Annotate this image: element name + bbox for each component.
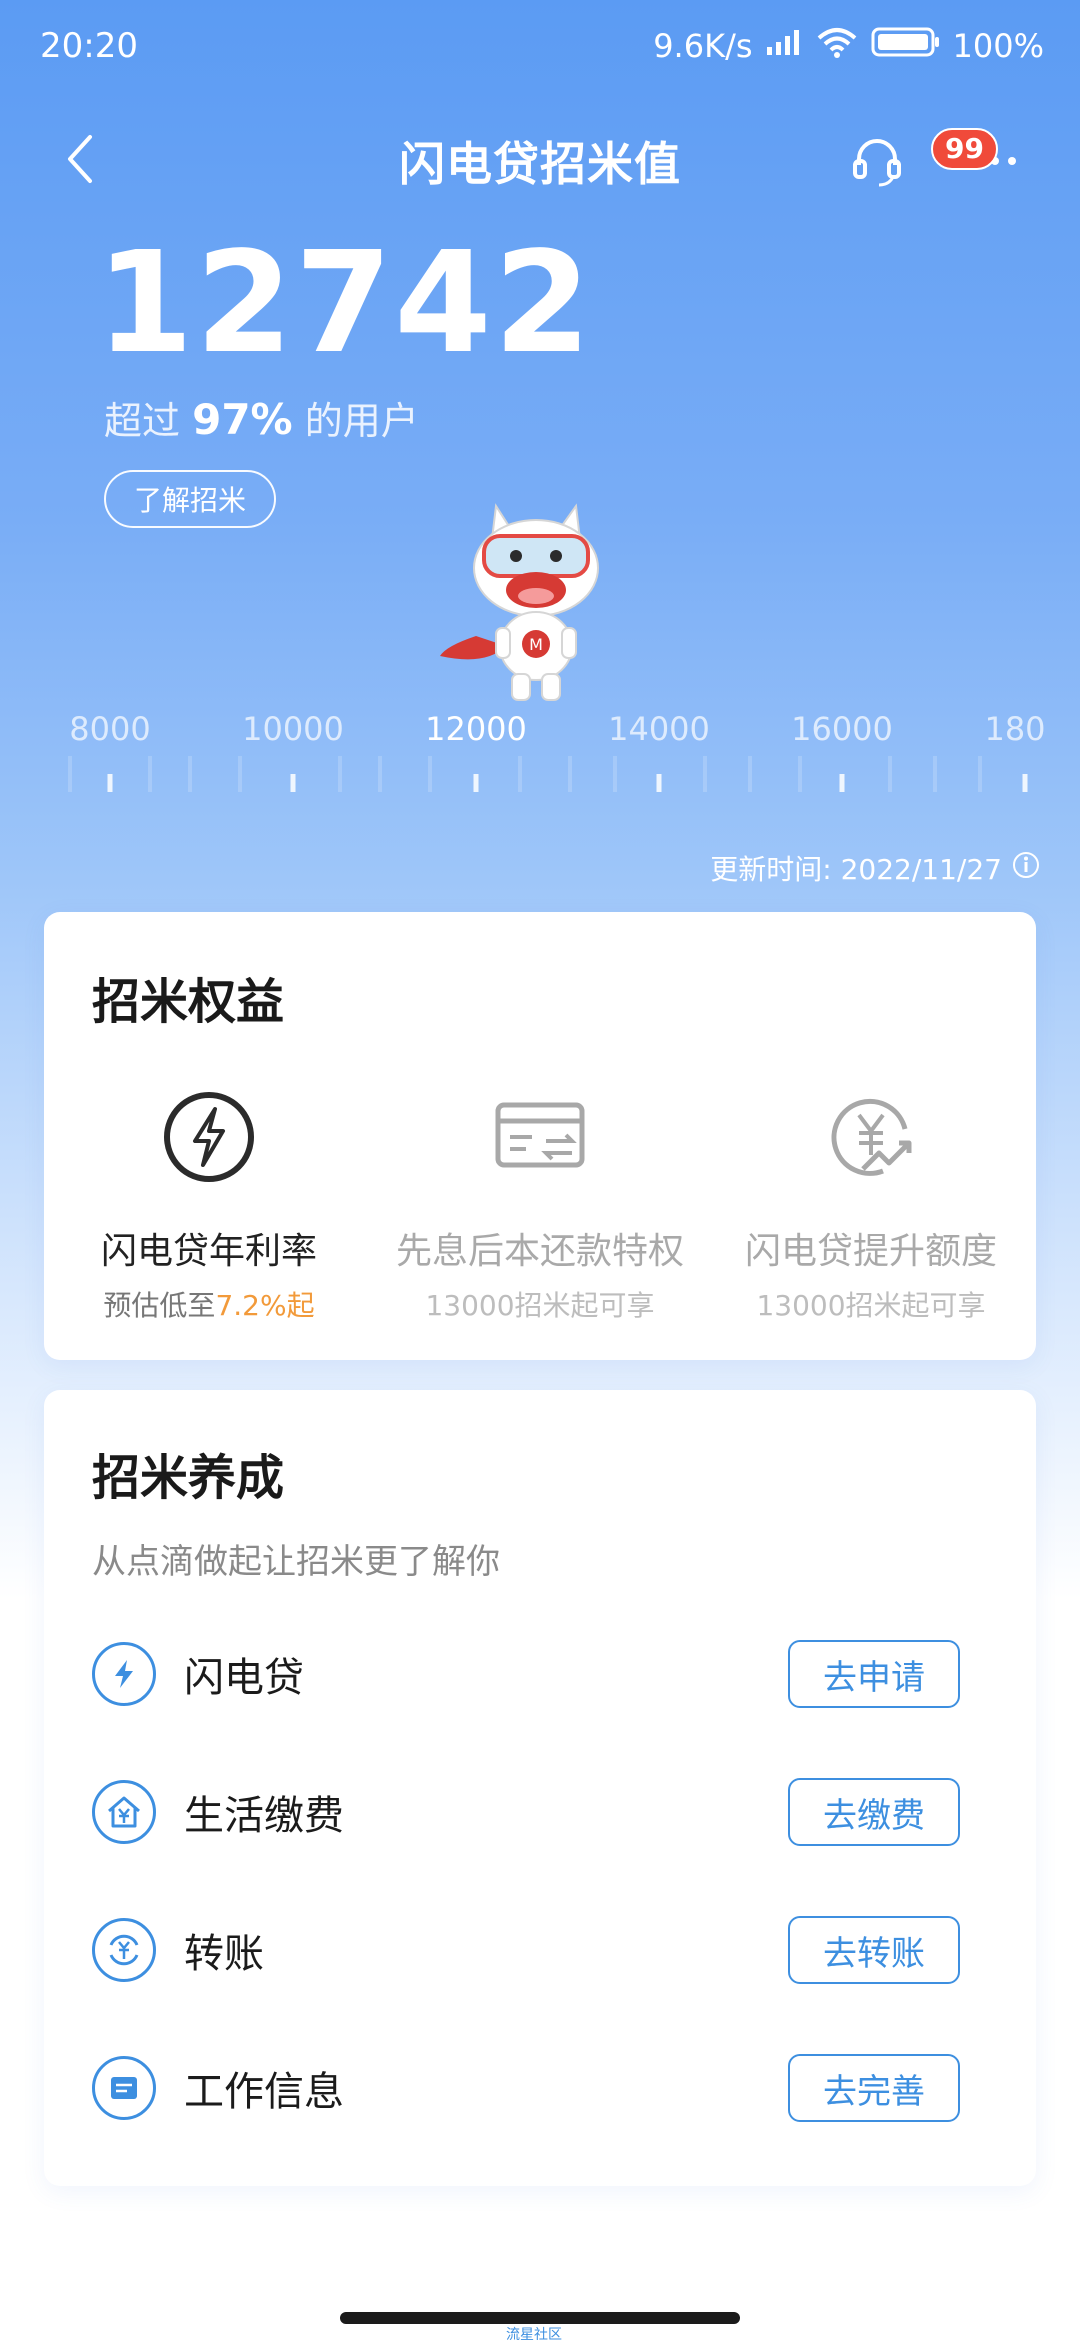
network-speed: 9.6K/s [653,27,753,65]
benefit-credit-limit[interactable]: 闪电贷提升额度 13000招米起可享 [706,1082,1036,1324]
task-row-bills: 生活缴费 去缴费 [92,1772,960,1852]
task-label: 工作信息 [184,2069,344,2115]
benefit-rate: 7.2%起 [215,1289,315,1322]
task-row-transfer: 转账 去转账 [92,1910,960,1990]
benefit-interest-rate[interactable]: 闪电贷年利率 预估低至7.2%起 [44,1082,374,1324]
scale-tick [1022,774,1028,792]
status-time: 20:20 [40,26,138,66]
scale-label-14000: 14000 [608,710,710,748]
svg-text:M: M [529,635,543,654]
scale-minor-tick [68,756,72,792]
task-label: 转账 [184,1931,264,1977]
task-row-work-info: 工作信息 去完善 [92,2048,960,2128]
house-yen-icon [92,1780,156,1844]
complete-info-button[interactable]: 去完善 [788,2054,960,2122]
grow-subtitle: 从点滴做起让招米更了解你 [92,1542,500,1582]
scale-minor-tick [428,756,432,792]
id-card-icon [92,2056,156,2120]
benefit-title: 先息后本还款特权 [395,1231,684,1272]
mascot-image: M [436,486,636,706]
battery-level: 100% [952,27,1044,65]
more-button[interactable]: 99 [931,128,1028,196]
rank-prefix: 超过 [104,399,181,443]
status-right: 9.6K/s 100% [653,26,1044,66]
battery-icon [871,26,941,66]
page-title: 闪电贷招米值 [399,137,681,191]
lightning-icon [92,1642,156,1706]
benefit-sub: 预估低至7.2%起 [44,1284,374,1324]
lightning-icon [44,1082,374,1192]
rights-card: 招米权益 闪电贷年利率 预估低至7.2%起 先息后本还款特权 13000招米起可… [44,912,1036,1360]
scale-label-10000: 10000 [242,710,344,748]
scale-minor-tick [378,756,382,792]
update-time-row: 更新时间: 2022/11/27 [710,848,1040,888]
rank-text: 超过 97% 的用户 [104,390,419,445]
scale-label-16000: 16000 [791,710,893,748]
scale-minor-tick [188,756,192,792]
scale-label-12000: 12000 [425,710,527,748]
scale-minor-tick [798,756,802,792]
card-transfer-icon [375,1082,705,1192]
home-indicator[interactable] [340,2312,740,2324]
rights-title: 招米权益 [92,974,285,1030]
pay-button[interactable]: 去缴费 [788,1778,960,1846]
notification-badge: 99 [931,128,998,170]
rank-percentage: 97% [192,395,293,444]
signal-icon [765,27,803,65]
watermark: 流星社区 [506,2327,562,2340]
yen-up-icon [706,1082,1036,1192]
scale-label-8000: 8000 [69,710,151,748]
task-row-loan: 闪电贷 去申请 [92,1634,960,1714]
wifi-icon [815,26,859,66]
benefit-sub: 13000招米起可享 [756,1289,986,1322]
scale-minor-tick [568,756,572,792]
grow-card: 招米养成 从点滴做起让招米更了解你 闪电贷 去申请 生活缴费 去缴费 转账 去转… [44,1390,1036,2186]
scale-minor-tick [703,756,707,792]
scale-tick [473,774,479,792]
score-scale: 8000 10000 12000 14000 16000 180 [40,700,1046,810]
scale-label-18000: 180 [984,710,1046,748]
benefit-interest-first[interactable]: 先息后本还款特权 13000招米起可享 [375,1082,705,1324]
scale-tick [290,774,296,792]
scale-minor-tick [518,756,522,792]
scale-minor-tick [338,756,342,792]
rank-suffix: 的用户 [304,399,419,443]
support-button[interactable] [844,130,910,196]
transfer-yen-icon [92,1918,156,1982]
scale-minor-tick [933,756,937,792]
info-icon[interactable] [1012,851,1040,886]
score-value: 12742 [96,222,594,385]
scale-tick [107,774,113,792]
scale-minor-tick [613,756,617,792]
status-bar: 20:20 9.6K/s 100% [0,0,1080,96]
apply-button[interactable]: 去申请 [788,1640,960,1708]
scale-tick [839,774,845,792]
task-label: 生活缴费 [184,1793,344,1839]
grow-title: 招米养成 [92,1450,285,1506]
benefit-sub-prefix: 预估低至 [103,1289,216,1322]
benefit-sub: 13000招米起可享 [425,1289,655,1322]
benefit-title: 闪电贷年利率 [100,1231,317,1272]
learn-more-button[interactable]: 了解招米 [104,470,276,528]
scale-minor-tick [148,756,152,792]
update-time: 更新时间: 2022/11/27 [710,853,1002,886]
scale-minor-tick [238,756,242,792]
scale-minor-tick [888,756,892,792]
transfer-button[interactable]: 去转账 [788,1916,960,1984]
scale-minor-tick [748,756,752,792]
task-label: 闪电贷 [184,1655,304,1701]
headset-icon [849,133,905,193]
header: 闪电贷招米值 99 [0,110,1080,210]
scale-tick [656,774,662,792]
scale-minor-tick [978,756,982,792]
benefit-title: 闪电贷提升额度 [744,1231,997,1272]
page: 20:20 9.6K/s 100% 闪电贷招米值 99 12742 超过 97%… [0,0,1080,2340]
